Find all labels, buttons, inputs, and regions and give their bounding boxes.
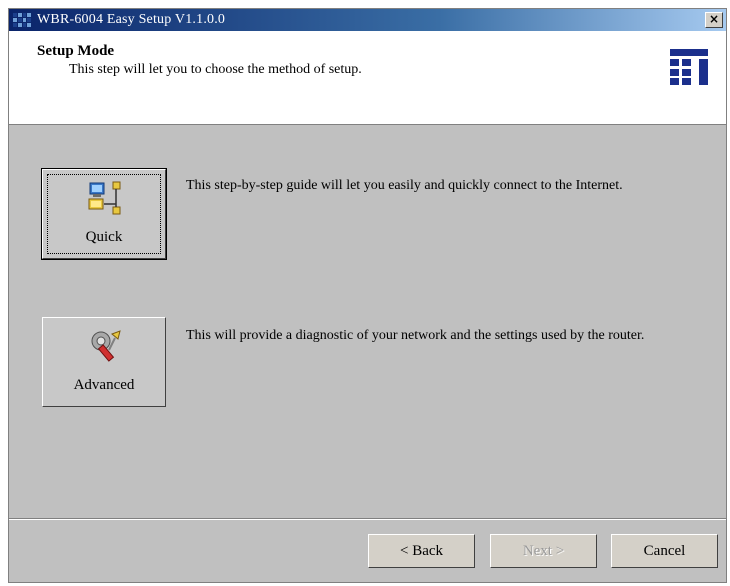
next-button[interactable]: Next > — [490, 534, 597, 568]
network-computers-icon — [88, 181, 121, 215]
wrench-tools-icon — [91, 330, 121, 362]
advanced-button-label: Advanced — [73, 377, 135, 393]
app-icon — [13, 13, 31, 27]
advanced-description: This will provide a diagnostic of your n… — [186, 328, 645, 343]
close-button[interactable]: × — [705, 12, 723, 28]
quick-description: This step-by-step guide will let you eas… — [186, 178, 623, 193]
quick-button-label: Quick — [85, 229, 123, 245]
header-panel: Setup Mode This step will let you to cho… — [9, 31, 726, 125]
page-subtitle: This step will let you to choose the met… — [69, 62, 362, 77]
setup-window: WBR-6004 Easy Setup V1.1.0.0 × Setup Mod… — [8, 8, 727, 583]
quick-button[interactable]: Quick — [41, 168, 167, 260]
footer-divider — [9, 518, 726, 520]
brand-logo — [670, 49, 708, 85]
title-bar[interactable]: WBR-6004 Easy Setup V1.1.0.0 × — [9, 9, 726, 31]
back-button[interactable]: < Back — [368, 534, 475, 568]
advanced-button[interactable]: Advanced — [42, 317, 166, 407]
cancel-button[interactable]: Cancel — [611, 534, 718, 568]
window-title: WBR-6004 Easy Setup V1.1.0.0 — [37, 12, 226, 27]
page-title: Setup Mode — [37, 43, 115, 59]
